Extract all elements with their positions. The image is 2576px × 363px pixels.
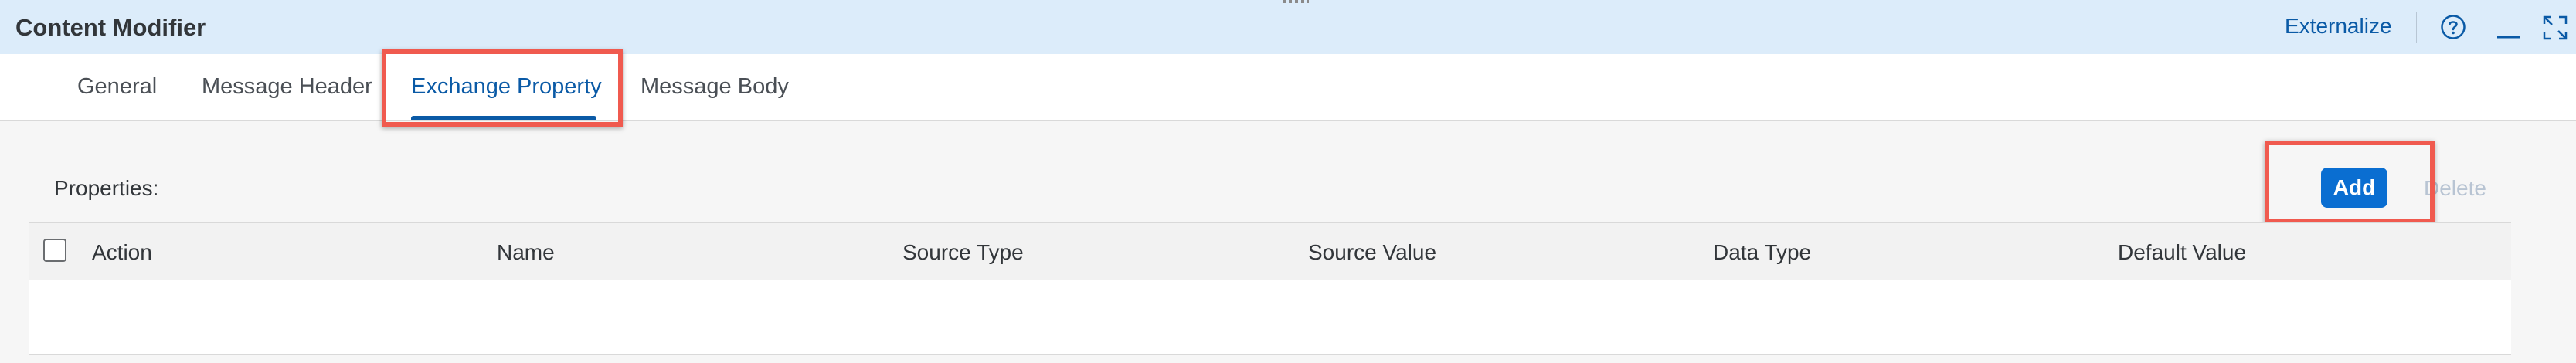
tab-message-header[interactable]: Message Header <box>202 74 372 100</box>
properties-table-header: Action Name Source Type Source Value Dat… <box>29 222 2511 281</box>
highlight-box-tab <box>382 49 623 127</box>
minimize-icon[interactable] <box>2495 14 2523 42</box>
dialog-header: Content Modifier Externalize <box>0 0 2576 55</box>
properties-table-body <box>29 280 2511 355</box>
highlight-box-add <box>2265 141 2435 224</box>
column-header-source-type: Source Type <box>902 240 1024 264</box>
column-header-data-type: Data Type <box>1713 240 1812 264</box>
help-icon[interactable] <box>2440 14 2466 40</box>
select-all-checkbox[interactable] <box>43 239 66 262</box>
fullscreen-icon[interactable] <box>2541 14 2569 42</box>
column-header-source-value: Source Value <box>1308 240 1437 264</box>
externalize-link[interactable]: Externalize <box>2285 14 2392 39</box>
header-divider <box>2416 12 2417 43</box>
tab-general[interactable]: General <box>77 74 157 100</box>
tab-message-body[interactable]: Message Body <box>641 74 789 100</box>
column-header-name: Name <box>497 240 555 264</box>
dialog-title: Content Modifier <box>15 14 206 41</box>
column-header-action: Action <box>92 240 152 264</box>
column-header-default-value: Default Value <box>2118 240 2247 264</box>
properties-label: Properties: <box>54 176 159 200</box>
resize-grip[interactable] <box>1283 0 1309 3</box>
